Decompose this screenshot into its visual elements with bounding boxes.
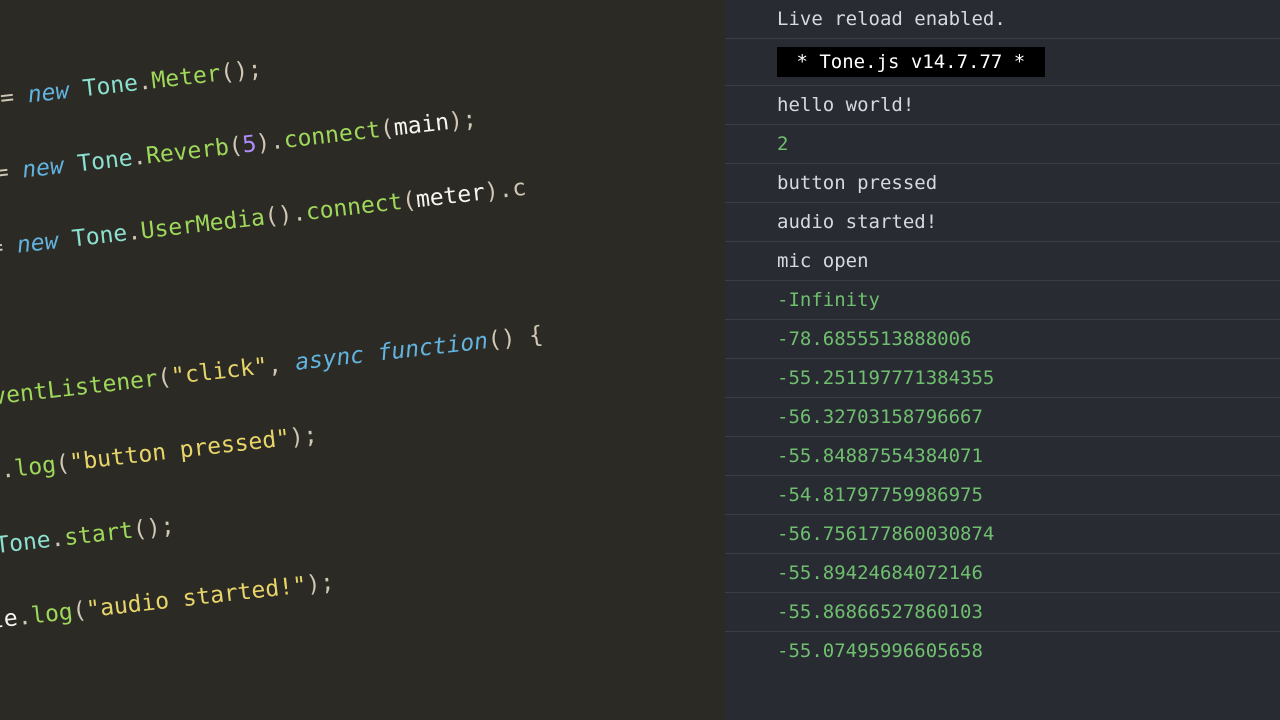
console-row[interactable]: -55.84887554384071	[725, 436, 1280, 475]
code-token: log	[30, 599, 74, 630]
code-token: Tone	[0, 527, 52, 559]
code-token: "audio started!"	[85, 572, 308, 623]
code-token: function	[376, 328, 489, 366]
code-token: ).	[255, 128, 285, 157]
code-token: new	[21, 153, 65, 184]
code-token: Tone	[81, 70, 139, 102]
code-token: "click"	[170, 353, 269, 390]
code-token: new	[26, 78, 70, 109]
console-row[interactable]: -55.86866527860103	[725, 592, 1280, 631]
code-token: ().	[263, 200, 307, 231]
code-token: connect	[304, 189, 403, 226]
console-row[interactable]: -54.81797759986975	[725, 475, 1280, 514]
console-row[interactable]: mic open	[725, 241, 1280, 280]
code-token: () {	[486, 322, 544, 354]
split-view: n(0.5).toDestination() g(main.channelCou…	[0, 0, 1280, 720]
code-token: Tone	[71, 220, 129, 252]
code-token: ();	[219, 56, 263, 87]
code-token: new	[16, 228, 60, 259]
code-token: =	[0, 158, 24, 189]
code-token: ).c	[483, 175, 527, 206]
console-row[interactable]: Live reload enabled.	[725, 0, 1280, 38]
console-row[interactable]: -56.32703158796667	[725, 397, 1280, 436]
code-token: UserMedia	[139, 205, 266, 245]
console-row[interactable]: -78.6855513888006	[725, 319, 1280, 358]
code-token: start	[63, 518, 135, 552]
console-row[interactable]: -55.07495996605658	[725, 631, 1280, 670]
console-banner: * Tone.js v14.7.77 *	[777, 47, 1045, 77]
code-token: connect	[282, 117, 381, 154]
console-row[interactable]: -55.251197771384355	[725, 358, 1280, 397]
console-row[interactable]: hello world!	[725, 85, 1280, 124]
console-row[interactable]: * Tone.js v14.7.77 *	[725, 38, 1280, 85]
console-row[interactable]: -56.756177860030874	[725, 514, 1280, 553]
code-token: Reverb	[145, 134, 231, 169]
console-row[interactable]: button pressed	[725, 163, 1280, 202]
code-editor-surface[interactable]: n(0.5).toDestination() g(main.channelCou…	[0, 0, 725, 720]
code-token: );	[305, 569, 335, 598]
code-token: Tone	[76, 145, 134, 177]
code-token: addEventListener	[0, 366, 159, 417]
code-token: =	[0, 83, 29, 114]
code-token: );	[448, 106, 478, 135]
code-token: ();	[132, 513, 176, 544]
code-token: async	[294, 342, 366, 376]
console-pane[interactable]: Live reload enabled. * Tone.js v14.7.77 …	[725, 0, 1280, 720]
console-row[interactable]: audio started!	[725, 202, 1280, 241]
console-row[interactable]: 2	[725, 124, 1280, 163]
code-token: ,	[266, 350, 296, 379]
code-token: Meter	[150, 61, 222, 95]
code-token: meter	[415, 180, 487, 214]
code-token: log	[13, 452, 57, 483]
code-editor-pane[interactable]: n(0.5).toDestination() g(main.channelCou…	[0, 0, 725, 720]
console-row[interactable]: -55.89424684072146	[725, 553, 1280, 592]
code-token: main	[392, 109, 450, 141]
console-row[interactable]: -Infinity	[725, 280, 1280, 319]
code-token: "button pressed"	[68, 425, 291, 476]
code-token: );	[288, 422, 318, 451]
